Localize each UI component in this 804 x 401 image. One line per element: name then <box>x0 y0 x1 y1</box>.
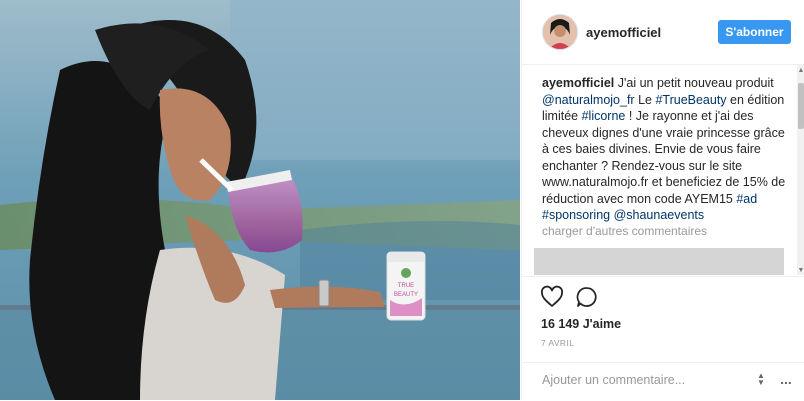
scroll-down-arrow-icon[interactable]: ▼ <box>797 267 804 275</box>
comment-box: ▲▼ ... <box>522 362 804 401</box>
caption: ayemofficiel J'ai un petit nouveau produ… <box>542 75 787 224</box>
jar-label-line1: TRUE <box>398 283 414 289</box>
caption-segment: Le <box>634 92 656 107</box>
jar-label-line2: BEAUTY <box>394 292 418 298</box>
scroll-thumb[interactable] <box>798 83 804 129</box>
heart-icon <box>540 285 564 307</box>
mention-link[interactable]: @naturalmojo_fr <box>542 93 635 107</box>
caption-segment: J'ai un petit nouveau produit <box>617 76 774 90</box>
hashtag-link[interactable]: #ad <box>736 192 757 206</box>
username[interactable]: ayemofficiel <box>586 25 661 40</box>
speech-bubble-icon <box>576 287 597 307</box>
post-photo[interactable]: TRUE BEAUTY <box>0 0 520 400</box>
post-date: 7 AVRIL <box>541 338 575 348</box>
mention-link[interactable]: @shaunaevents <box>614 208 705 222</box>
avatar[interactable] <box>542 14 578 50</box>
spinner-arrows-icon[interactable]: ▲ ▼ <box>755 372 767 388</box>
comment-button[interactable] <box>575 285 601 311</box>
caption-author[interactable]: ayemofficiel <box>542 76 614 90</box>
comment-placeholder-block <box>534 248 784 275</box>
hashtag-link[interactable]: #licorne <box>582 109 626 123</box>
comments-area: ayemofficiel J'ai un petit nouveau produ… <box>522 65 804 275</box>
like-button[interactable] <box>540 285 566 311</box>
hashtag-link[interactable]: #sponsoring <box>542 208 610 222</box>
scrollbar[interactable]: ▲ ▼ <box>797 65 804 275</box>
comment-input[interactable] <box>542 371 747 389</box>
caption-text: J'ai un petit nouveau produit @naturalmo… <box>542 76 785 222</box>
scroll-up-arrow-icon[interactable]: ▲ <box>797 67 804 75</box>
hashtag-link[interactable]: #TrueBeauty <box>655 93 726 107</box>
load-more-comments-link[interactable]: charger d'autres commentaires <box>542 224 707 238</box>
avatar-icon <box>543 15 577 49</box>
post-header: ayemofficiel S'abonner <box>522 0 804 65</box>
follow-button[interactable]: S'abonner <box>718 20 791 44</box>
more-options-button[interactable]: ... <box>777 372 795 388</box>
likes-count[interactable]: 16 149 J'aime <box>541 317 621 331</box>
post-panel: ayemofficiel S'abonner ayemofficiel J'ai… <box>521 0 804 400</box>
